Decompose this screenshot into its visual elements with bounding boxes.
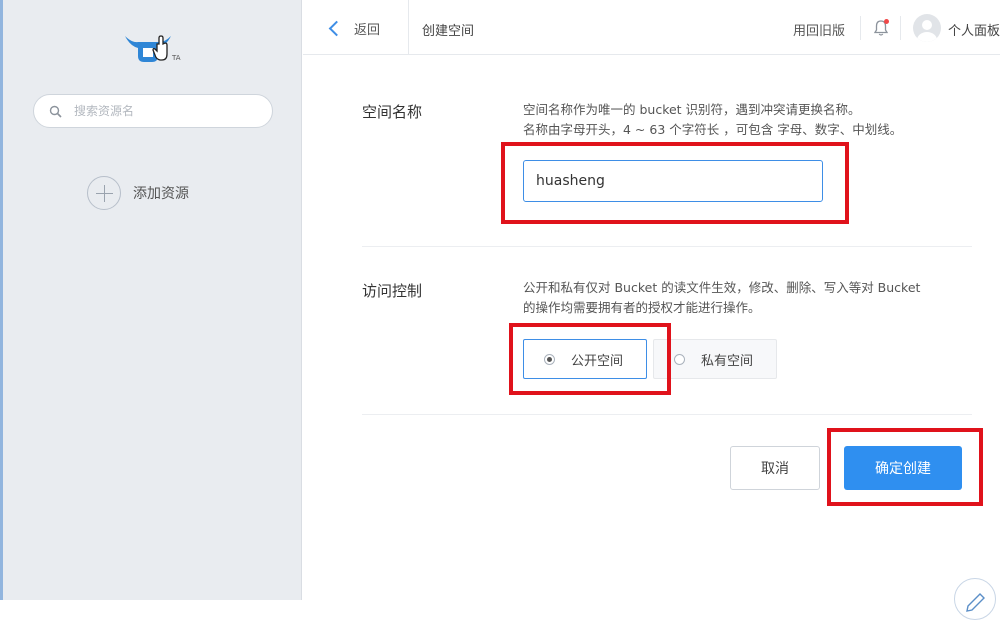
user-avatar-icon[interactable]: [913, 14, 941, 42]
divider: [408, 0, 409, 54]
logo[interactable]: TA: [122, 30, 192, 66]
old-version-link[interactable]: 用回旧版: [793, 20, 845, 39]
private-space-option[interactable]: 私有空间: [653, 339, 777, 379]
edit-button[interactable]: [954, 578, 996, 620]
cancel-button[interactable]: 取消: [730, 446, 820, 490]
highlight-box: [501, 142, 849, 224]
option-label: 私有空间: [701, 353, 754, 369]
highlight-box: [827, 428, 983, 506]
space-name-description: 空间名称作为唯一的 bucket 识别符，遇到冲突请更换名称。 名称由字母开头，…: [523, 100, 902, 140]
access-control-label: 访问控制: [362, 282, 423, 300]
radio-unselected-icon: [674, 353, 685, 365]
highlight-box: [509, 323, 671, 395]
add-resource-label: 添加资源: [133, 186, 189, 202]
search-icon: [49, 105, 62, 118]
page-title: 创建空间: [422, 24, 475, 39]
add-resource-button[interactable]: 添加资源: [87, 174, 189, 212]
top-bar: 返回 创建空间 用回旧版 个人面板: [303, 0, 1000, 55]
pencil-icon: [966, 593, 985, 612]
svg-text:TA: TA: [171, 54, 181, 62]
space-name-desc-line: 名称由字母开头，4 ~ 63 个字符长 ，可包含 字母、数字、中划线。: [523, 122, 903, 137]
back-button[interactable]: 返回: [327, 18, 380, 38]
space-name-desc-line: 空间名称作为唯一的 bucket 识别符，遇到冲突请更换名称。: [523, 102, 861, 117]
access-control-desc-line: 公开和私有仅对 Bucket 的读文件生效，修改、删除、写入等对 Bucket: [523, 280, 921, 295]
divider: [362, 414, 972, 415]
access-control-desc-line: 的操作均需要拥有者的授权才能进行操作。: [523, 300, 761, 315]
notification-dot: [884, 19, 889, 24]
search-input[interactable]: [74, 101, 259, 121]
chevron-left-icon: [328, 20, 345, 36]
divider: [860, 16, 861, 40]
space-name-label: 空间名称: [362, 103, 423, 121]
divider: [362, 246, 972, 247]
access-control-description: 公开和私有仅对 Bucket 的读文件生效，修改、删除、写入等对 Bucket …: [523, 278, 920, 318]
sidebar: TA 添加资源: [0, 0, 302, 600]
plus-circle-icon: [87, 176, 121, 210]
divider: [900, 16, 901, 40]
window-edge: [0, 0, 3, 600]
search-box[interactable]: [33, 94, 273, 128]
user-panel-link[interactable]: 个人面板: [948, 20, 1000, 39]
notification-button[interactable]: [872, 19, 890, 37]
back-label: 返回: [354, 22, 381, 38]
